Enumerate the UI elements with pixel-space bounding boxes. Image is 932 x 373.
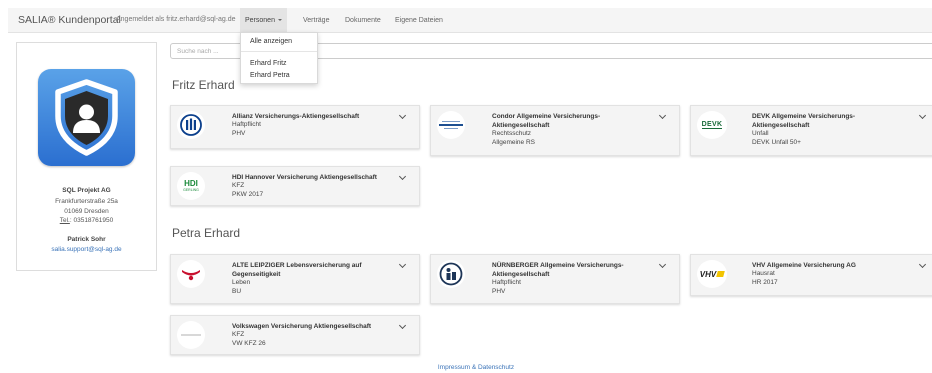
- card-insurer-title: Allianz Versicherungs-Aktiengesellschaft: [232, 113, 360, 120]
- dropdown-item-show-all[interactable]: Alle anzeigen: [250, 38, 292, 45]
- contract-card[interactable]: Volkswagen Versicherung Aktiengesellscha…: [170, 315, 420, 355]
- card-product: Allgemeine RS: [492, 139, 535, 146]
- condor-logo: [437, 111, 465, 139]
- card-category: KFZ: [232, 331, 245, 338]
- alte-leipziger-logo: [177, 260, 205, 288]
- card-insurer-title: VHV Allgemeine Versicherung AG: [752, 262, 856, 269]
- contract-card[interactable]: VHV VHV Allgemeine Versicherung AG Hausr…: [690, 254, 932, 296]
- chevron-down-icon[interactable]: [398, 260, 407, 269]
- card-category: Rechtsschutz: [492, 130, 532, 137]
- card-insurer-title: DEVK Allgemeine Versicherungs-Aktiengese…: [752, 113, 856, 129]
- contact-street: Frankfurterstraße 25a: [55, 198, 118, 205]
- card-insurer-title: ALTE LEIPZIGER Lebensversicherung auf Ge…: [232, 262, 362, 278]
- nuernberger-logo: [437, 260, 465, 288]
- contract-card[interactable]: DEVK DEVK Allgemeine Versicherungs-Aktie…: [690, 105, 932, 156]
- card-product: PHV: [232, 130, 246, 137]
- card-insurer-title: HDI Hannover Versicherung Aktiengesellsc…: [232, 174, 377, 181]
- chevron-down-icon[interactable]: [658, 260, 667, 269]
- vhv-logo-mark: [716, 271, 726, 277]
- card-product: BU: [232, 288, 242, 295]
- devk-logo-text: DEVK: [701, 121, 723, 129]
- contact-phone: Tel.: 03518761950: [17, 217, 156, 224]
- card-category: Hausrat: [752, 270, 775, 277]
- card-product: PKW 2017: [232, 191, 264, 198]
- personen-dropdown-menu: Alle anzeigen Erhard Fritz Erhard Petra: [240, 32, 318, 84]
- hdi-logo-text: HDI: [184, 178, 198, 188]
- chevron-down-icon[interactable]: [398, 111, 407, 120]
- nav-eigene-dateien[interactable]: Eigene Dateien: [390, 8, 448, 33]
- impressum-link[interactable]: Impressum & Datenschutz: [438, 364, 514, 371]
- contract-card[interactable]: NÜRNBERGER Allgemeine Versicherungs-Akti…: [430, 254, 680, 304]
- card-category: KFZ: [232, 182, 245, 189]
- chevron-down-icon[interactable]: [658, 111, 667, 120]
- contract-card[interactable]: ALTE LEIPZIGER Lebensversicherung auf Ge…: [170, 254, 420, 304]
- nav-vertraege[interactable]: Verträge: [298, 8, 334, 33]
- nav-personen[interactable]: Personen: [240, 8, 287, 33]
- footer: Impressum & Datenschutz: [0, 364, 932, 371]
- contact-phone-number[interactable]: : 03518761950: [70, 217, 113, 224]
- card-category: Leben: [232, 279, 251, 286]
- card-product: HR 2017: [752, 279, 778, 286]
- chevron-down-icon[interactable]: [398, 321, 407, 330]
- nav-dokumente[interactable]: Dokumente: [340, 8, 386, 33]
- card-insurer-title: Volkswagen Versicherung Aktiengesellscha…: [232, 323, 372, 330]
- nav-personen-label: Personen: [245, 17, 275, 24]
- card-category: Haftpflicht: [232, 121, 261, 128]
- card-category: Haftpflicht: [492, 279, 521, 286]
- person-heading: Fritz Erhard: [172, 78, 235, 92]
- devk-logo: DEVK: [697, 111, 727, 139]
- contact-person-name: Patrick Sohr: [67, 236, 106, 243]
- contact-email-link[interactable]: salia.support@sql-ag.de: [17, 246, 156, 253]
- card-insurer-title: NÜRNBERGER Allgemeine Versicherungs-Akti…: [492, 262, 624, 278]
- vhv-logo: VHV: [697, 260, 727, 288]
- hdi-logo-subtext: GERLING: [183, 187, 199, 192]
- contact-phone-label: Tel.: [59, 217, 70, 224]
- chevron-down-icon[interactable]: [918, 111, 927, 120]
- card-category: Unfall: [752, 130, 769, 137]
- contact-company: SQL Projekt AG: [62, 187, 111, 194]
- allianz-logo: [177, 111, 205, 139]
- dropdown-item-person[interactable]: Erhard Fritz: [250, 60, 287, 67]
- logged-in-text: Angemeldet als fritz.erhard@sql-ag.de: [116, 16, 236, 23]
- salia-shield-logo: [38, 69, 135, 166]
- person-heading: Petra Erhard: [172, 226, 241, 240]
- contract-card[interactable]: Allianz Versicherungs-Aktiengesellschaft…: [170, 105, 420, 149]
- contact-city: 01069 Dresden: [64, 208, 109, 215]
- hdi-logo: HDI GERLING: [177, 172, 205, 200]
- card-insurer-title: Condor Allgemeine Versicherungs-Aktienge…: [492, 113, 601, 129]
- volkswagen-logo: [177, 321, 205, 349]
- shield-user-icon: [55, 79, 118, 156]
- dropdown-divider: [241, 51, 317, 52]
- caret-down-icon: [277, 19, 282, 22]
- chevron-down-icon[interactable]: [918, 260, 927, 269]
- navbar: SALIA® Kundenportal Angemeldet als fritz…: [8, 8, 932, 33]
- chevron-down-icon[interactable]: [398, 172, 407, 181]
- contact-panel: SQL Projekt AG Frankfurterstraße 25a 010…: [16, 42, 157, 271]
- card-product: PHV: [492, 288, 506, 295]
- card-product: VW KFZ 26: [232, 340, 266, 347]
- card-product: DEVK Unfall 50+: [752, 139, 801, 146]
- vhv-logo-text: VHV: [699, 269, 717, 279]
- dropdown-item-person[interactable]: Erhard Petra: [250, 72, 290, 79]
- contract-card[interactable]: Condor Allgemeine Versicherungs-Aktienge…: [430, 105, 680, 156]
- contract-card[interactable]: HDI GERLING HDI Hannover Versicherung Ak…: [170, 166, 420, 206]
- brand-link[interactable]: SALIA® Kundenportal: [18, 14, 121, 26]
